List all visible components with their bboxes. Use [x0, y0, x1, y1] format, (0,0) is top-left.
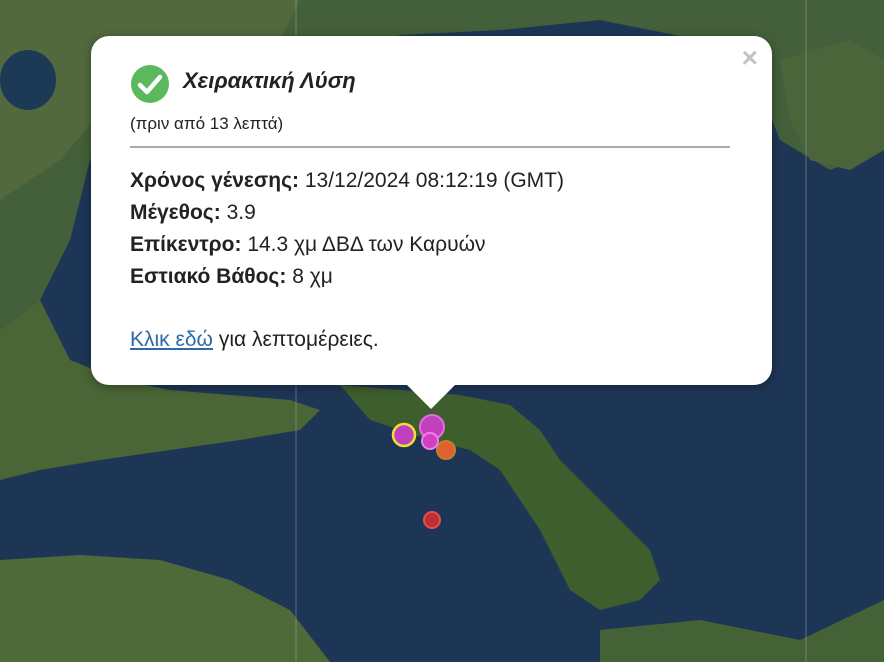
- magnitude-label: Μέγεθος:: [130, 201, 221, 224]
- depth-row: Εστιακό Βάθος: 8 χμ: [130, 265, 333, 289]
- event-marker[interactable]: [436, 440, 456, 460]
- popup-title: Χειρακτική Λύση: [183, 68, 356, 93]
- magnitude-row: Μέγεθος: 3.9: [130, 201, 256, 225]
- epicenter-row: Επίκεντρο: 14.3 χμ ΔΒΔ των Καρυών: [130, 233, 486, 257]
- details-suffix: για λεπτομέρειες.: [218, 328, 379, 351]
- magnitude-value: 3.9: [226, 201, 256, 224]
- event-popup: × Χειρακτική Λύση (πριν από 13 λεπτά) Χρ…: [91, 36, 772, 385]
- check-circle-icon: [131, 65, 169, 103]
- event-marker[interactable]: [391, 422, 417, 448]
- event-marker[interactable]: [423, 511, 441, 529]
- depth-label: Εστιακό Βάθος:: [130, 265, 287, 288]
- divider: [130, 146, 730, 148]
- origin-time-row: Χρόνος γένεσης: 13/12/2024 08:12:19 (GMT…: [130, 169, 564, 193]
- origin-time-value: 13/12/2024 08:12:19 (GMT): [304, 169, 565, 192]
- epicenter-label: Επίκεντρο:: [130, 233, 242, 256]
- epicenter-value: 14.3 χμ ΔΒΔ των Καρυών: [247, 233, 486, 256]
- depth-value: 8 χμ: [292, 265, 333, 288]
- details-line: Κλικ εδώ για λεπτομέρειες.: [130, 328, 379, 352]
- details-link[interactable]: Κλικ εδώ: [130, 328, 213, 351]
- lake: [0, 50, 56, 110]
- origin-time-label: Χρόνος γένεσης:: [130, 169, 299, 192]
- event-marker[interactable]: [421, 432, 439, 450]
- close-icon[interactable]: ×: [742, 44, 758, 72]
- popup-tip: [405, 383, 457, 409]
- time-ago: (πριν από 13 λεπτά): [130, 114, 284, 133]
